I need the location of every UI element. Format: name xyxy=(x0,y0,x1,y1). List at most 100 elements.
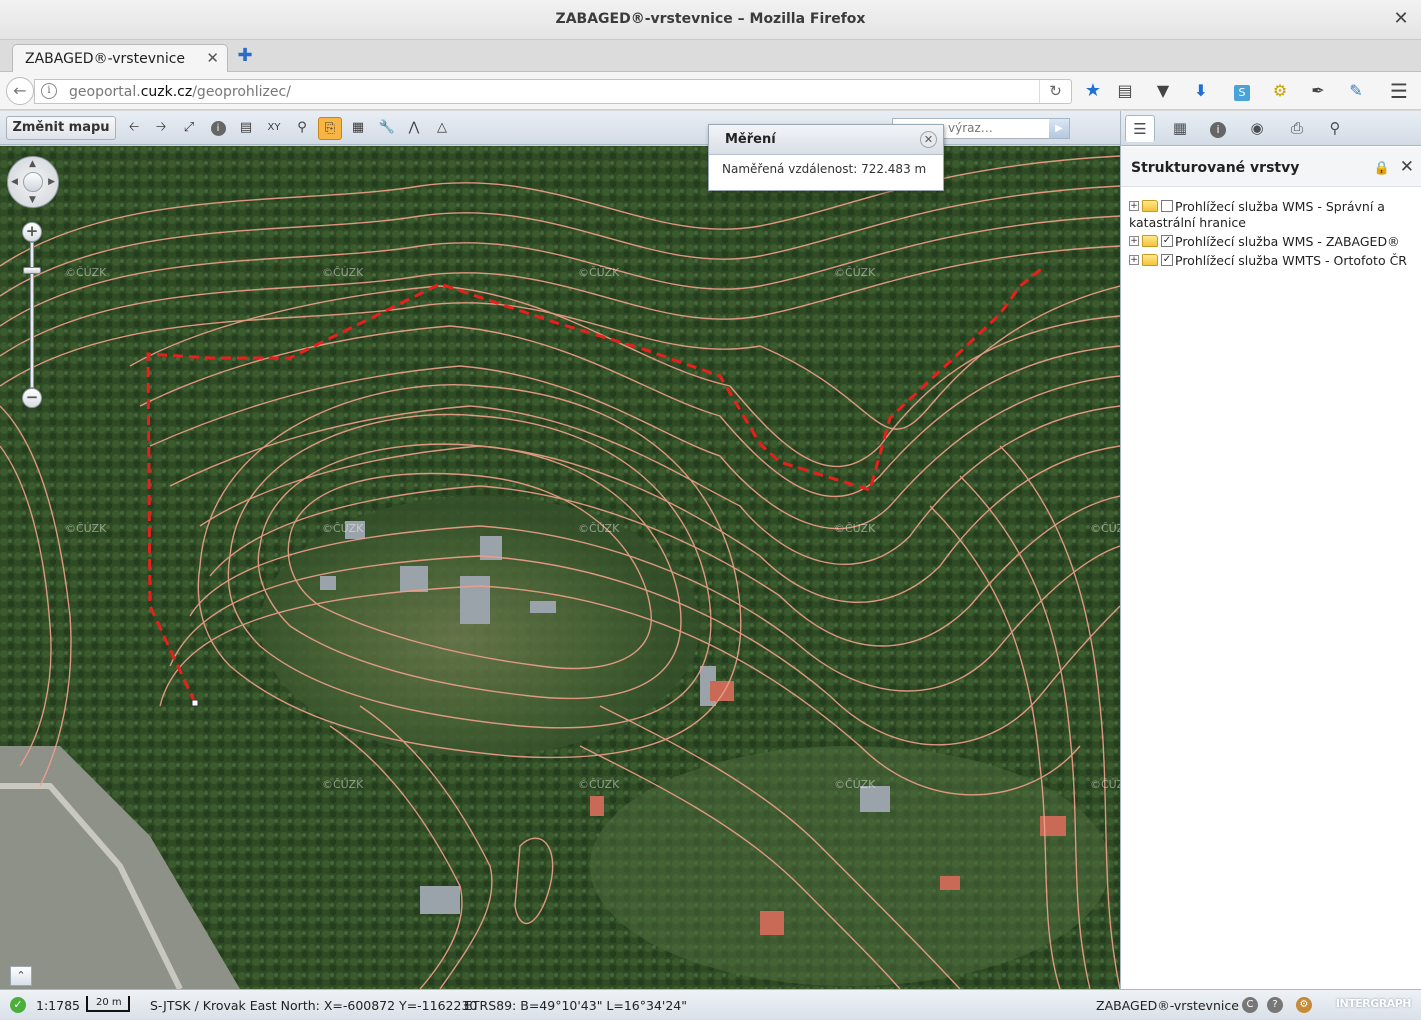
folder-icon xyxy=(1142,200,1158,212)
folder-icon xyxy=(1142,235,1158,247)
pan-right-icon[interactable]: ▶ xyxy=(48,177,55,187)
tab-zabaged[interactable]: ZABAGED®-vrstevnice ✕ xyxy=(12,44,228,73)
watermark: ©ČÚZK xyxy=(1090,522,1120,535)
layer-item[interactable]: + ✓ Prohlížecí služba WMTS - Ortofoto ČR xyxy=(1129,253,1419,269)
measure-distance-icon[interactable]: ⎘ xyxy=(318,117,342,140)
pan-up-icon[interactable]: ▲ xyxy=(29,159,36,169)
pocket-icon[interactable]: ▼ xyxy=(1150,78,1176,104)
settings-icon[interactable]: ⚙ xyxy=(1296,997,1312,1013)
pan-left-icon[interactable]: ◀ xyxy=(11,177,18,187)
zoom-box-icon[interactable]: XY xyxy=(262,117,286,140)
layer-item[interactable]: + ✓ Prohlížecí služba WMS - ZABAGED® xyxy=(1129,234,1419,250)
zoom-out-button[interactable]: − xyxy=(22,388,42,408)
panel-header: Strukturované vrstvy 🔒 ✕ xyxy=(1121,147,1421,187)
panel-close-button[interactable]: ✕ xyxy=(1400,157,1414,177)
layer-label: Prohlížecí služba WMS - Správní a xyxy=(1175,199,1385,214)
zoom-slider-thumb[interactable] xyxy=(23,267,41,274)
layer-item[interactable]: + Prohlížecí služba WMS - Správní a kata… xyxy=(1129,199,1419,231)
watermark: ©ČÚZK xyxy=(322,266,364,279)
layer-checkbox[interactable] xyxy=(1161,200,1173,212)
search-go-button[interactable]: ▶ xyxy=(1049,119,1069,138)
new-tab-button[interactable]: ✚ xyxy=(236,47,254,65)
watermark: ©ČÚZK xyxy=(578,266,620,279)
legend-icon[interactable]: ▤ xyxy=(234,117,258,140)
feather-icon[interactable]: ✒ xyxy=(1305,78,1331,104)
zoom-in-button[interactable]: + xyxy=(22,222,42,242)
status-bar: ✓ 1:1785 20 m S-JTSK / Krovak East North… xyxy=(0,989,1421,1020)
lock-icon[interactable]: 🔒 xyxy=(1374,161,1390,176)
window-close-button[interactable]: ✕ xyxy=(1391,9,1411,29)
watermark: ©ČÚZK xyxy=(578,778,620,791)
watermark: ©ČÚZK xyxy=(834,778,876,791)
help-icon[interactable]: ? xyxy=(1267,997,1283,1013)
measurement-close-button[interactable]: ✕ xyxy=(920,131,937,148)
info-icon[interactable]: i xyxy=(1203,115,1233,142)
star-icon[interactable]: ★ xyxy=(1080,78,1106,104)
map-imagery[interactable] xyxy=(0,146,1120,989)
copyright-icon[interactable]: C xyxy=(1242,997,1258,1013)
layer-tree: + Prohlížecí služba WMS - Správní a kata… xyxy=(1129,199,1419,272)
forward-icon[interactable]: 🡢 xyxy=(149,117,173,140)
measured-distance: Naměřená vzdálenost: 722.483 m xyxy=(722,162,927,176)
zoom-slider-track[interactable] xyxy=(30,242,34,388)
download-icon[interactable]: ⬇ xyxy=(1188,78,1214,104)
window-title: ZABAGED®-vrstevnice – Mozilla Firefox xyxy=(555,11,866,27)
expand-icon[interactable]: + xyxy=(1129,255,1139,265)
sightline-icon[interactable]: △ xyxy=(430,117,454,140)
pan-control[interactable]: ▲ ▼ ◀ ▶ xyxy=(7,156,59,208)
watermark: ©ČÚZK xyxy=(322,522,364,535)
tab-strip: ZABAGED®-vrstevnice ✕ xyxy=(0,40,1421,73)
map-canvas[interactable]: ©ČÚZK ©ČÚZK ©ČÚZK ©ČÚZK ©ČÚZK ©ČÚZK ©ČÚZ… xyxy=(0,146,1120,989)
info-icon[interactable]: i xyxy=(206,117,230,140)
expand-icon[interactable]: + xyxy=(1129,236,1139,246)
full-extent-icon[interactable]: ⤢ xyxy=(177,117,201,140)
globe-icon[interactable]: ◉ xyxy=(1242,115,1272,142)
layer-checkbox[interactable]: ✓ xyxy=(1161,235,1173,247)
profile-icon[interactable]: ⋀ xyxy=(402,117,426,140)
search-icon[interactable]: ⚲ xyxy=(1320,115,1350,142)
back-icon[interactable]: 🡠 xyxy=(122,117,146,140)
change-map-button[interactable]: Změnit mapu xyxy=(6,116,116,140)
extension-s-icon[interactable]: S xyxy=(1229,78,1255,104)
map-scale: 1:1785 xyxy=(36,998,80,1013)
tab-close-button[interactable]: ✕ xyxy=(206,49,219,67)
reload-icon[interactable]: ↻ xyxy=(1039,80,1071,103)
current-layer-name: ZABAGED®-vrstevnice xyxy=(1096,998,1239,1013)
expand-icon[interactable]: + xyxy=(1129,201,1139,211)
scale-bar: 20 m xyxy=(86,996,130,1012)
layer-label-cont: katastrální hranice xyxy=(1129,215,1246,230)
reading-list-icon[interactable]: ▤ xyxy=(1112,78,1138,104)
grid-icon[interactable]: ▦ xyxy=(1165,115,1195,142)
measure-area-icon[interactable]: ▦ xyxy=(346,117,370,140)
watermark: ©ČÚZK xyxy=(578,522,620,535)
window-titlebar: ZABAGED®-vrstevnice – Mozilla Firefox ✕ xyxy=(0,0,1421,40)
panel-title: Strukturované vrstvy xyxy=(1131,160,1300,176)
zoom-scale-icon[interactable]: ⚲ xyxy=(290,117,314,140)
notes-icon[interactable]: ✎ xyxy=(1343,78,1369,104)
watermark: ©ČÚZK xyxy=(65,266,107,279)
folder-icon xyxy=(1142,254,1158,266)
back-button[interactable]: ← xyxy=(6,77,34,105)
key-icon[interactable]: ⚙ xyxy=(1267,78,1293,104)
coordinates-etrs: ETRS89: B=49°10'43" L=16°34'24" xyxy=(464,998,688,1013)
pan-down-icon[interactable]: ▼ xyxy=(29,195,36,205)
print-icon[interactable]: ⎙ xyxy=(1282,115,1312,142)
panel-tabs: ☰ ▦ i ◉ ⎙ ⚲ xyxy=(1121,111,1421,146)
layer-label: Prohlížecí služba WMS - ZABAGED® xyxy=(1175,234,1400,249)
search-placeholder: výraz… xyxy=(948,121,993,135)
measurement-title: Měření xyxy=(725,132,776,147)
pan-center[interactable] xyxy=(23,172,43,192)
tools-icon[interactable]: 🔧 xyxy=(375,117,399,140)
tab-label: ZABAGED®-vrstevnice xyxy=(25,51,186,67)
layers-icon[interactable]: ☰ xyxy=(1125,115,1155,142)
watermark: ©ČÚZK xyxy=(1090,778,1120,791)
layer-checkbox[interactable]: ✓ xyxy=(1161,254,1173,266)
menu-icon[interactable]: ☰ xyxy=(1386,78,1412,104)
site-info-icon[interactable]: i xyxy=(41,83,57,99)
watermark: ©ČÚZK xyxy=(322,778,364,791)
collapse-panel-button[interactable]: ⌃ xyxy=(10,966,32,986)
url-bar[interactable]: i geoportal.cuzk.cz/geoprohlizec/ ↻ xyxy=(34,79,1072,104)
watermark: ©ČÚZK xyxy=(65,522,107,535)
coordinates-sjtsk: S-JTSK / Krovak East North: X=-600872 Y=… xyxy=(150,998,478,1013)
url-text[interactable]: geoportal.cuzk.cz/geoprohlizec/ xyxy=(69,84,291,100)
